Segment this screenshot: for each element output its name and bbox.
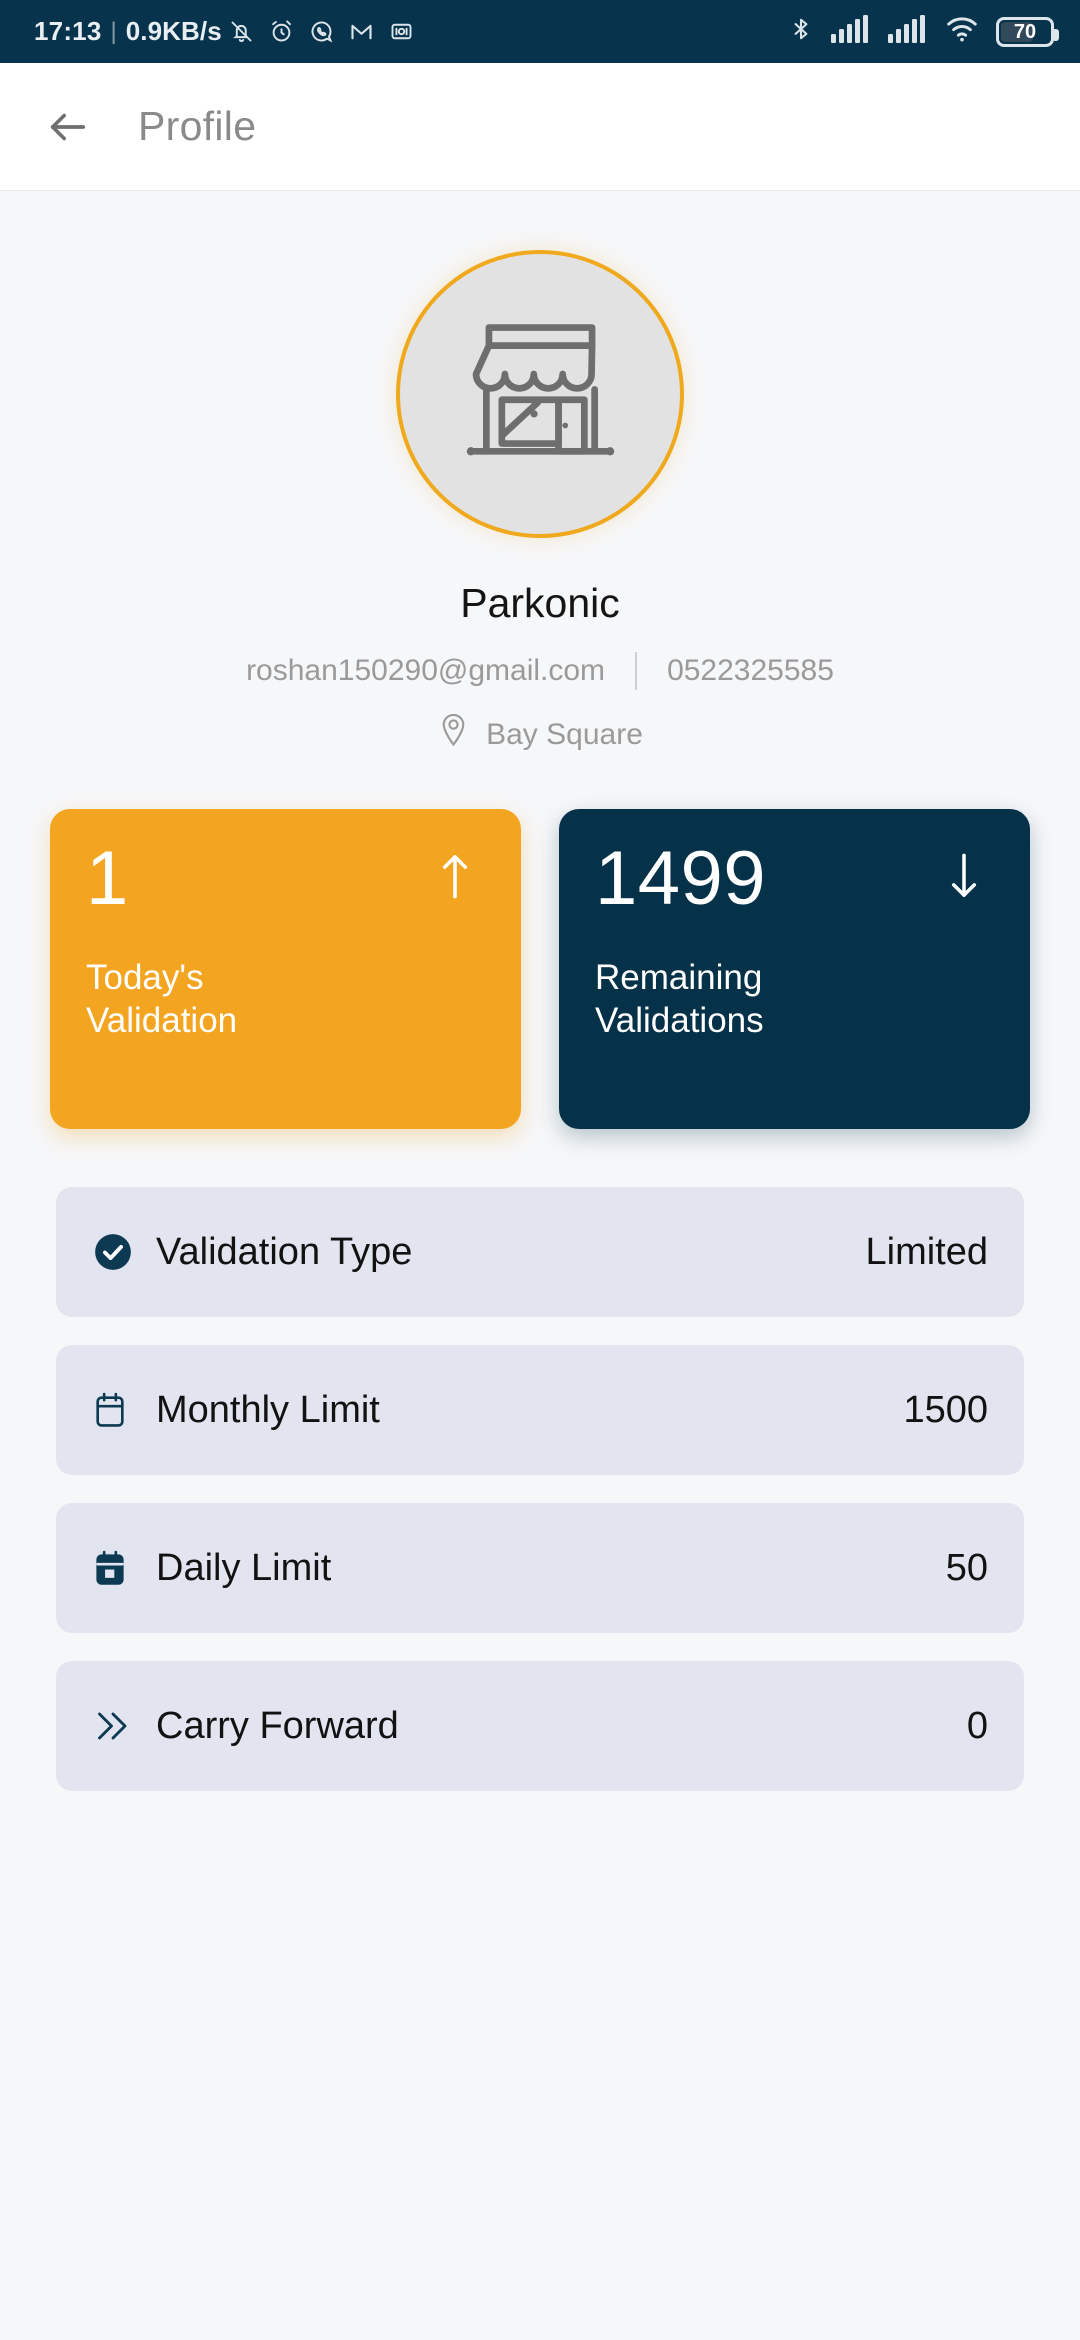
status-separator: | [110, 17, 117, 45]
email-text[interactable]: roshan150290@gmail.com [246, 654, 605, 688]
calendar-month-icon [92, 1390, 144, 1430]
calendar-day-icon [92, 1548, 144, 1588]
remaining-validations-value: 1499 [595, 836, 767, 921]
page-title: Profile [138, 103, 257, 149]
profile-header: Parkonic roshan150290@gmail.com 05223255… [0, 191, 1080, 757]
status-bar: 17:13 | 0.9KB/s 70 [0, 0, 1080, 63]
arrow-down-icon [946, 851, 982, 906]
table-row[interactable]: Carry Forward 0 [56, 1661, 1024, 1791]
status-bar-left: 17:13 | 0.9KB/s [34, 16, 415, 47]
arrow-up-icon [437, 851, 473, 906]
signal-sim2-icon [888, 15, 928, 48]
bluetooth-icon [788, 14, 814, 49]
network-speed: 0.9KB/s [125, 16, 222, 46]
back-arrow-icon[interactable] [40, 99, 96, 155]
contact-divider [635, 652, 638, 690]
label-line-2: Validations [595, 1000, 764, 1040]
card-top-row: 1499 [595, 836, 994, 921]
check-circle-filled-icon [92, 1231, 144, 1273]
location-text: Bay Square [486, 717, 643, 751]
signal-sim1-icon [831, 15, 871, 48]
row-value: 50 [945, 1546, 988, 1589]
row-label: Monthly Limit [156, 1388, 380, 1431]
app-bar: Profile [0, 63, 1080, 191]
double-chevron-right-icon [92, 1709, 144, 1743]
location-pin-icon [437, 712, 470, 757]
phone-text[interactable]: 0522325585 [667, 654, 834, 688]
alarm-clock-icon [268, 18, 295, 45]
remaining-validations-card[interactable]: 1499 Remaining Validations [559, 809, 1030, 1129]
mute-bell-icon [228, 18, 255, 45]
label-line-1: Today's [86, 958, 204, 998]
battery-level: 70 [1013, 20, 1037, 43]
status-bar-right: 70 [788, 14, 1059, 49]
row-value: Limited [865, 1230, 989, 1273]
whatsapp-icon [308, 18, 335, 45]
location-row: Bay Square [437, 712, 643, 757]
status-time: 17:13 [34, 16, 102, 46]
battery-icon: 70 [996, 16, 1059, 47]
avatar [396, 250, 684, 538]
info-rows: Validation Type Limited Monthly Limit 15… [0, 1187, 1080, 1791]
card-top-row: 1 [86, 836, 485, 921]
table-row[interactable]: Monthly Limit 1500 [56, 1345, 1024, 1475]
row-value: 0 [966, 1704, 988, 1747]
todays-validation-label: Today's Validation [86, 957, 485, 1042]
profile-screen: 17:13 | 0.9KB/s 70 Profile Parkonic rosh… [0, 0, 1080, 2340]
row-label: Validation Type [156, 1230, 413, 1273]
todays-validation-value: 1 [86, 836, 129, 921]
wifi-icon [945, 15, 979, 48]
status-notification-icons [228, 18, 415, 45]
screen-record-icon [388, 18, 415, 45]
todays-validation-card[interactable]: 1 Today's Validation [50, 809, 521, 1129]
stat-cards: 1 Today's Validation 1499 Remaining Vali… [0, 809, 1080, 1129]
remaining-validations-label: Remaining Validations [595, 957, 994, 1042]
label-line-2: Validation [86, 1000, 238, 1040]
shop-name: Parkonic [460, 580, 620, 626]
row-label: Daily Limit [156, 1546, 332, 1589]
table-row[interactable]: Validation Type Limited [56, 1187, 1024, 1317]
row-value: 1500 [903, 1388, 988, 1431]
label-line-1: Remaining [595, 958, 763, 998]
table-row[interactable]: Daily Limit 50 [56, 1503, 1024, 1633]
contact-row: roshan150290@gmail.com 0522325585 [246, 652, 834, 690]
storefront-icon [458, 312, 623, 477]
row-label: Carry Forward [156, 1704, 399, 1747]
gmail-icon [348, 18, 375, 45]
